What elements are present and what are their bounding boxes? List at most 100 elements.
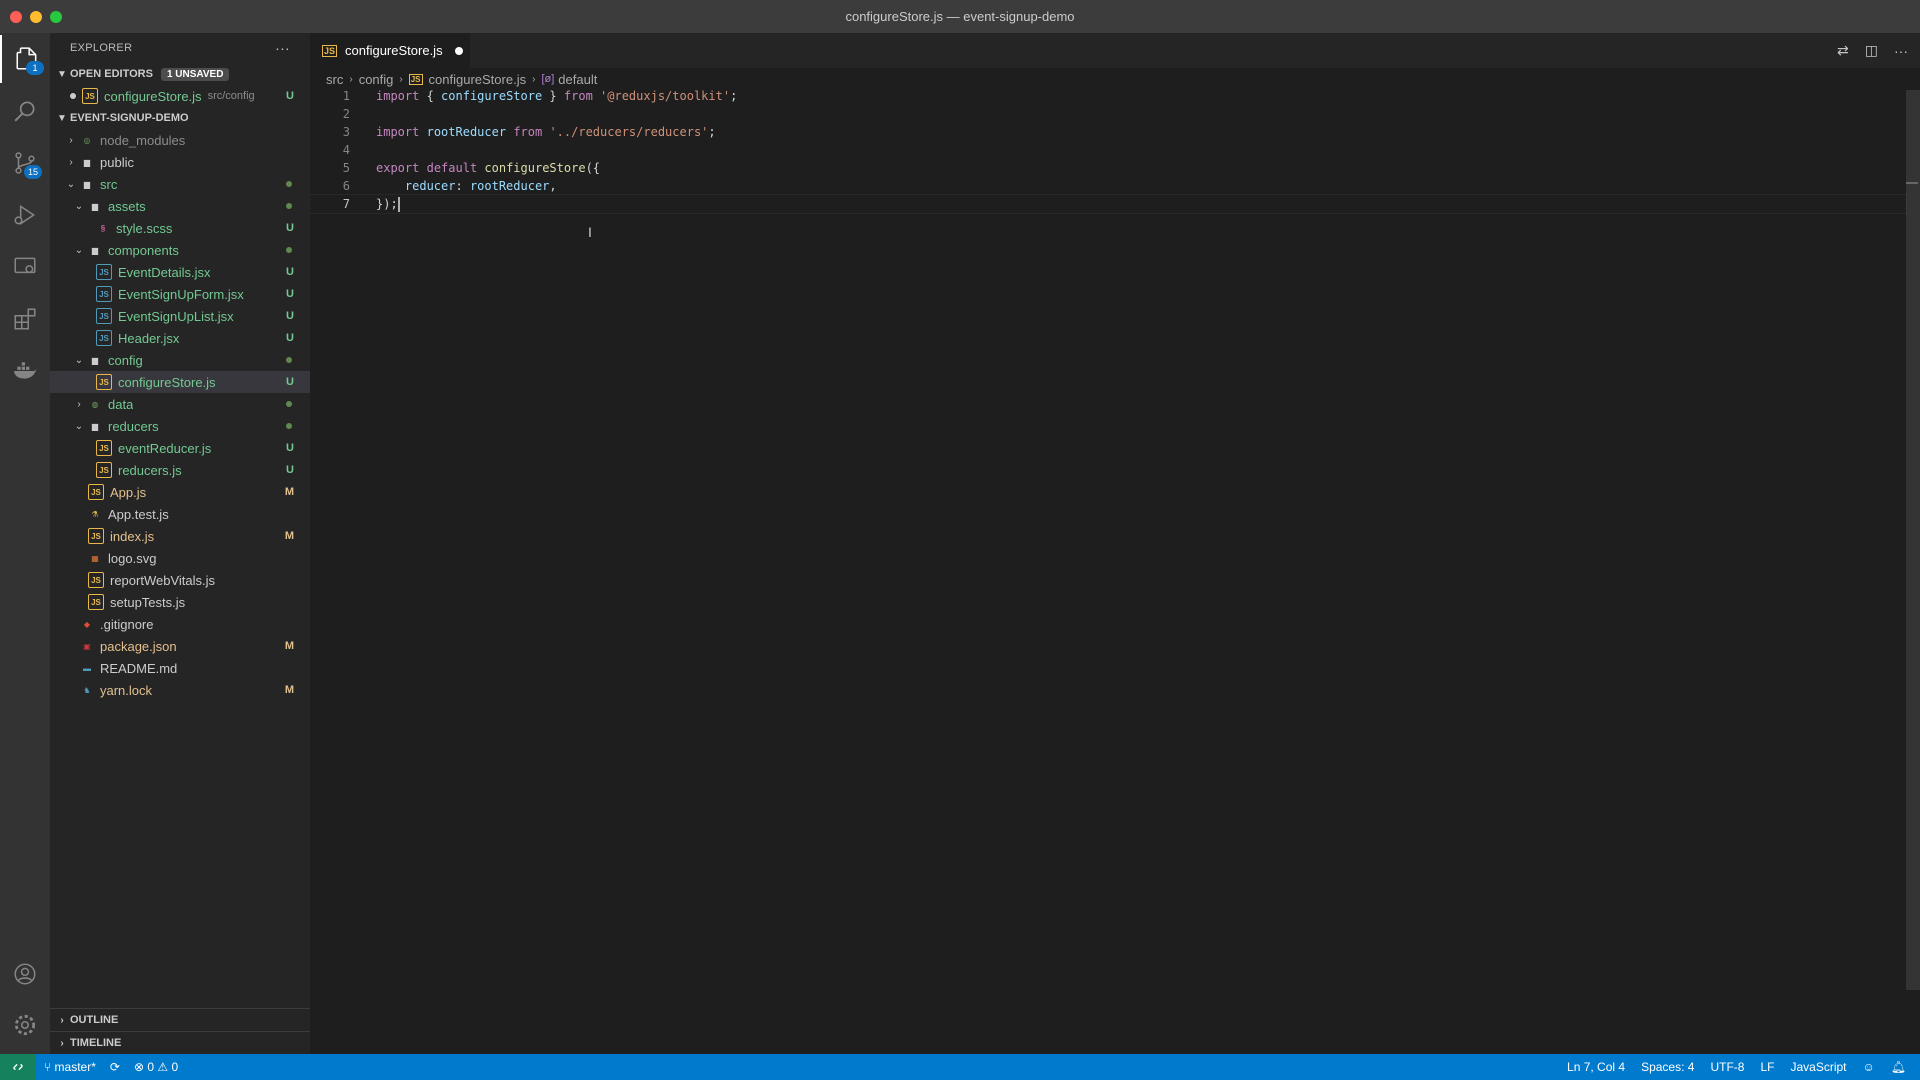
remote-indicator[interactable]: [0, 1054, 36, 1080]
more-actions-icon[interactable]: ···: [275, 40, 290, 56]
editor-tab-bar: JS configureStore.js ⇄ ◫ ···: [310, 33, 1920, 68]
test-file-icon: ⚗: [91, 509, 99, 519]
code-line: 6 reducer: rootReducer,: [310, 177, 1906, 195]
line-text: import rootReducer from '../reducers/red…: [376, 125, 716, 139]
tree-file[interactable]: ▣ package.json M: [50, 635, 310, 657]
accounts-button[interactable]: [0, 950, 50, 998]
tree-file[interactable]: JS index.js M: [50, 525, 310, 547]
tab-label: configureStore.js: [345, 43, 443, 58]
language-mode[interactable]: JavaScript: [1790, 1060, 1846, 1074]
outline-section[interactable]: › OUTLINE: [50, 1008, 310, 1031]
breadcrumb-src[interactable]: src: [326, 72, 343, 87]
tree-file[interactable]: JS EventSignUpForm.jsx U: [50, 283, 310, 305]
project-section[interactable]: ▼ EVENT-SIGNUP-DEMO: [50, 107, 310, 129]
docker-button[interactable]: [0, 347, 50, 395]
search-button[interactable]: [0, 87, 50, 135]
open-editors-title: OPEN EDITORS: [70, 68, 153, 80]
tree-folder[interactable]: ⌄ ▆ reducers: [50, 415, 310, 437]
tree-file[interactable]: ⚗ App.test.js: [50, 503, 310, 525]
problems-indicator[interactable]: ⊗ 0 ⚠ 0: [134, 1060, 178, 1074]
notifications-bell-icon[interactable]: 🔔︎: [1891, 1060, 1906, 1074]
tree-folder[interactable]: › ▆ public: [50, 151, 310, 173]
open-editor-label: configureStore.js: [104, 88, 202, 104]
tree-file[interactable]: JS App.js M: [50, 481, 310, 503]
line-number: 1: [342, 89, 350, 103]
tree-folder[interactable]: ⌄ ▆ assets: [50, 195, 310, 217]
remote-explorer-button[interactable]: [0, 243, 50, 291]
explorer-sidebar: EXPLORER ··· ▼ OPEN EDITORS 1 UNSAVED JS…: [50, 33, 310, 1054]
tree-file[interactable]: JS Header.jsx U: [50, 327, 310, 349]
tree-folder[interactable]: ⌄ ▆ src: [50, 173, 310, 195]
source-control-badge: 15: [24, 165, 42, 179]
run-debug-button[interactable]: [0, 191, 50, 239]
accounts-icon: [14, 963, 36, 985]
tree-file[interactable]: ♞ yarn.lock M: [50, 679, 310, 701]
tree-label: EventSignUpForm.jsx: [118, 286, 244, 302]
js-file-icon: JS: [82, 88, 98, 104]
end-of-line[interactable]: LF: [1760, 1060, 1774, 1074]
project-title: EVENT-SIGNUP-DEMO: [70, 112, 189, 124]
git-status-badge: U: [286, 332, 294, 344]
chevron-right-icon: ›: [349, 73, 353, 85]
tree-file[interactable]: ▦ logo.svg: [50, 547, 310, 569]
tree-file[interactable]: ◆ .gitignore: [50, 613, 310, 635]
code-editor[interactable]: 1 import { configureStore } from '@reduxj…: [309, 87, 1907, 214]
more-actions-icon[interactable]: ···: [1894, 43, 1908, 59]
breadcrumb-file[interactable]: configureStore.js: [429, 72, 527, 87]
tree-file[interactable]: JS eventReducer.js U: [50, 437, 310, 459]
indentation[interactable]: Spaces: 4: [1641, 1060, 1694, 1074]
tree-file[interactable]: § style.scss U: [50, 217, 310, 239]
folder-icon: ▆: [91, 245, 99, 255]
window-title: configureStore.js — event-signup-demo: [845, 9, 1075, 24]
tab-configure-store[interactable]: JS configureStore.js: [310, 33, 470, 68]
tree-label: README.md: [100, 660, 178, 676]
tree-label: logo.svg: [108, 550, 157, 566]
git-status-badge: M: [284, 640, 294, 652]
source-control-button[interactable]: 15: [0, 139, 50, 187]
feedback-icon[interactable]: ☺: [1863, 1060, 1875, 1074]
branch-indicator[interactable]: ⑂ master*: [44, 1060, 96, 1074]
tree-label: EventSignUpList.jsx: [118, 308, 234, 324]
open-editor-item[interactable]: JS configureStore.js src/config U: [50, 85, 310, 107]
open-editors-section[interactable]: ▼ OPEN EDITORS 1 UNSAVED: [50, 63, 310, 85]
git-status-badge: U: [286, 464, 294, 476]
breadcrumb-config[interactable]: config: [359, 72, 394, 87]
tree-label: Header.jsx: [118, 330, 180, 346]
open-changes-icon[interactable]: ⇄: [1837, 42, 1849, 59]
jsx-file-icon: JS: [96, 286, 112, 302]
explorer-button[interactable]: 1: [0, 35, 52, 83]
tree-file[interactable]: JS EventSignUpList.jsx U: [50, 305, 310, 327]
manage-button[interactable]: [0, 1001, 50, 1049]
tree-file[interactable]: JS reportWebVitals.js: [50, 569, 310, 591]
sync-icon[interactable]: ⟳: [110, 1060, 120, 1074]
tree-folder[interactable]: ⌄ ▆ components: [50, 239, 310, 261]
tree-folder[interactable]: › ◎ node_modules: [50, 129, 310, 151]
tree-file[interactable]: JS setupTests.js: [50, 591, 310, 613]
line-number: 7: [342, 197, 350, 211]
explorer-title: EXPLORER: [70, 42, 133, 54]
git-status-badge: U: [286, 288, 294, 300]
js-file-icon: JS: [408, 73, 423, 85]
npm-file-icon: ▣: [83, 641, 91, 651]
cursor-position[interactable]: Ln 7, Col 4: [1567, 1060, 1625, 1074]
timeline-section[interactable]: › TIMELINE: [50, 1031, 310, 1054]
editor-scrollbar[interactable]: [1906, 90, 1920, 990]
encoding[interactable]: UTF-8: [1710, 1060, 1744, 1074]
git-status-badge: U: [286, 222, 294, 234]
explorer-header: EXPLORER ···: [50, 33, 310, 63]
tree-file[interactable]: JS reducers.js U: [50, 459, 310, 481]
unsaved-dot-icon[interactable]: [454, 46, 463, 55]
vscode-window: configureStore.js — event-signup-demo 1 …: [0, 0, 1920, 1080]
tree-folder[interactable]: ⌄ ▆ config: [50, 349, 310, 371]
split-editor-icon[interactable]: ◫: [1865, 42, 1878, 59]
git-status-badge: U: [286, 442, 294, 454]
tree-file[interactable]: JS EventDetails.jsx U: [50, 261, 310, 283]
tree-folder[interactable]: › ◍ data: [50, 393, 310, 415]
tree-label: EventDetails.jsx: [118, 264, 211, 280]
tree-file-selected[interactable]: JS configureStore.js U: [50, 371, 310, 393]
open-editor-path: src/config: [207, 90, 255, 102]
js-file-icon: JS: [88, 594, 104, 610]
tree-file[interactable]: ▬ README.md: [50, 657, 310, 679]
breadcrumb-symbol[interactable]: default: [558, 72, 597, 87]
extensions-button[interactable]: [0, 295, 50, 343]
